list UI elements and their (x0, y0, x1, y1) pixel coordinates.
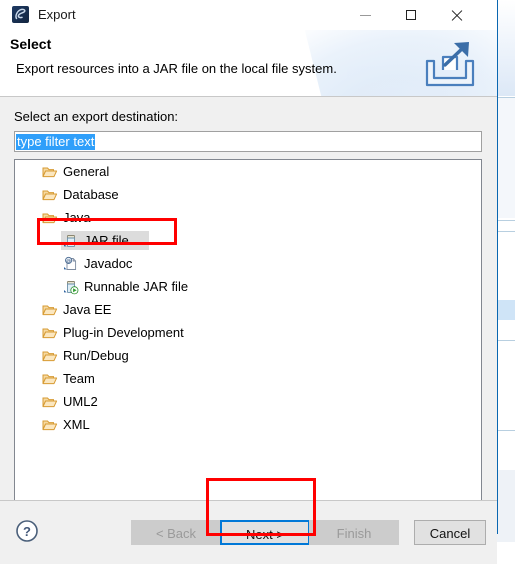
tree-item-label: Java (63, 210, 91, 225)
tree-item[interactable]: @ Javadoc (15, 252, 481, 275)
tree-item[interactable]: Database (15, 183, 481, 206)
page-title: Select (10, 36, 52, 52)
tree-item-label: XML (63, 417, 90, 432)
folder-icon (42, 371, 58, 387)
folder-icon (42, 164, 58, 180)
dialog-title: Export (38, 7, 76, 22)
eclipse-icon (12, 6, 29, 23)
tree-item[interactable]: Run/Debug (15, 344, 481, 367)
next-button[interactable]: Next > (220, 520, 310, 545)
dialog-footer: ? < Back Next > Finish Cancel (0, 500, 497, 564)
cancel-button[interactable]: Cancel (414, 520, 486, 545)
background-strip (497, 0, 515, 542)
help-question-icon[interactable]: ? (15, 519, 39, 543)
folder-icon (42, 187, 58, 203)
folder-icon (42, 348, 58, 364)
background-panel-sel (497, 300, 515, 320)
filter-input[interactable]: type filter text (14, 131, 482, 152)
background-divider-4 (497, 340, 515, 341)
runnable-jar-icon (63, 279, 79, 295)
background-divider-5 (497, 430, 515, 431)
folder-icon (42, 210, 58, 226)
minimize-icon[interactable] (342, 0, 388, 30)
background-panel-mid (497, 98, 515, 218)
tree-item[interactable]: XML (15, 413, 481, 436)
background-panel-top (497, 0, 515, 96)
svg-text:?: ? (23, 524, 31, 539)
maximize-icon[interactable] (388, 0, 434, 30)
folder-icon (42, 302, 58, 318)
tree-item-label: UML2 (63, 394, 98, 409)
tree-item-label: Plug-in Development (63, 325, 184, 340)
export-arrow-icon (421, 37, 479, 91)
svg-text:@: @ (66, 258, 71, 263)
tree-item[interactable]: Runnable JAR file (15, 275, 481, 298)
dialog-body: Select an export destination: type filte… (0, 97, 497, 509)
tree-item-label: Java EE (63, 302, 112, 317)
tree-item-label: Runnable JAR file (84, 279, 189, 294)
javadoc-icon: @ (63, 256, 79, 272)
tree-item-label: Javadoc (84, 256, 133, 271)
tree-item[interactable]: General (15, 160, 481, 183)
background-panel-bot (497, 470, 515, 542)
dialog-header: Select Export resources into a JAR file … (0, 30, 497, 97)
tree-item-label: Run/Debug (63, 348, 129, 363)
jar-icon (63, 233, 79, 249)
tree-item[interactable]: UML2 (15, 390, 481, 413)
export-destination-tree[interactable]: General Database Java JAR file @ Javadoc Runna… (14, 159, 482, 509)
tree-item-label: Database (63, 187, 119, 202)
back-button[interactable]: < Back (131, 520, 221, 545)
export-dialog: Export Select Export resources into a JA… (0, 0, 498, 564)
minimize-glyph (360, 15, 371, 16)
finish-button[interactable]: Finish (309, 520, 399, 545)
tree-item-label: JAR file (84, 233, 129, 248)
tree-item[interactable]: Java (15, 206, 481, 229)
filter-input-value: type filter text (16, 134, 96, 150)
tree-item[interactable]: Java EE (15, 298, 481, 321)
destination-label: Select an export destination: (14, 109, 179, 124)
folder-icon (42, 417, 58, 433)
close-icon[interactable] (434, 0, 480, 30)
tree-item[interactable]: JAR file (15, 229, 481, 252)
tree-item[interactable]: Plug-in Development (15, 321, 481, 344)
background-divider-3 (497, 231, 515, 232)
folder-icon (42, 325, 58, 341)
tree-item[interactable]: Team (15, 367, 481, 390)
dialog-titlebar: Export (0, 0, 497, 30)
maximize-glyph (406, 10, 416, 20)
tree-item-label: General (63, 164, 110, 179)
tree-item-label: Team (63, 371, 95, 386)
folder-icon (42, 394, 58, 410)
page-description: Export resources into a JAR file on the … (16, 61, 337, 76)
background-divider-2 (497, 220, 515, 221)
